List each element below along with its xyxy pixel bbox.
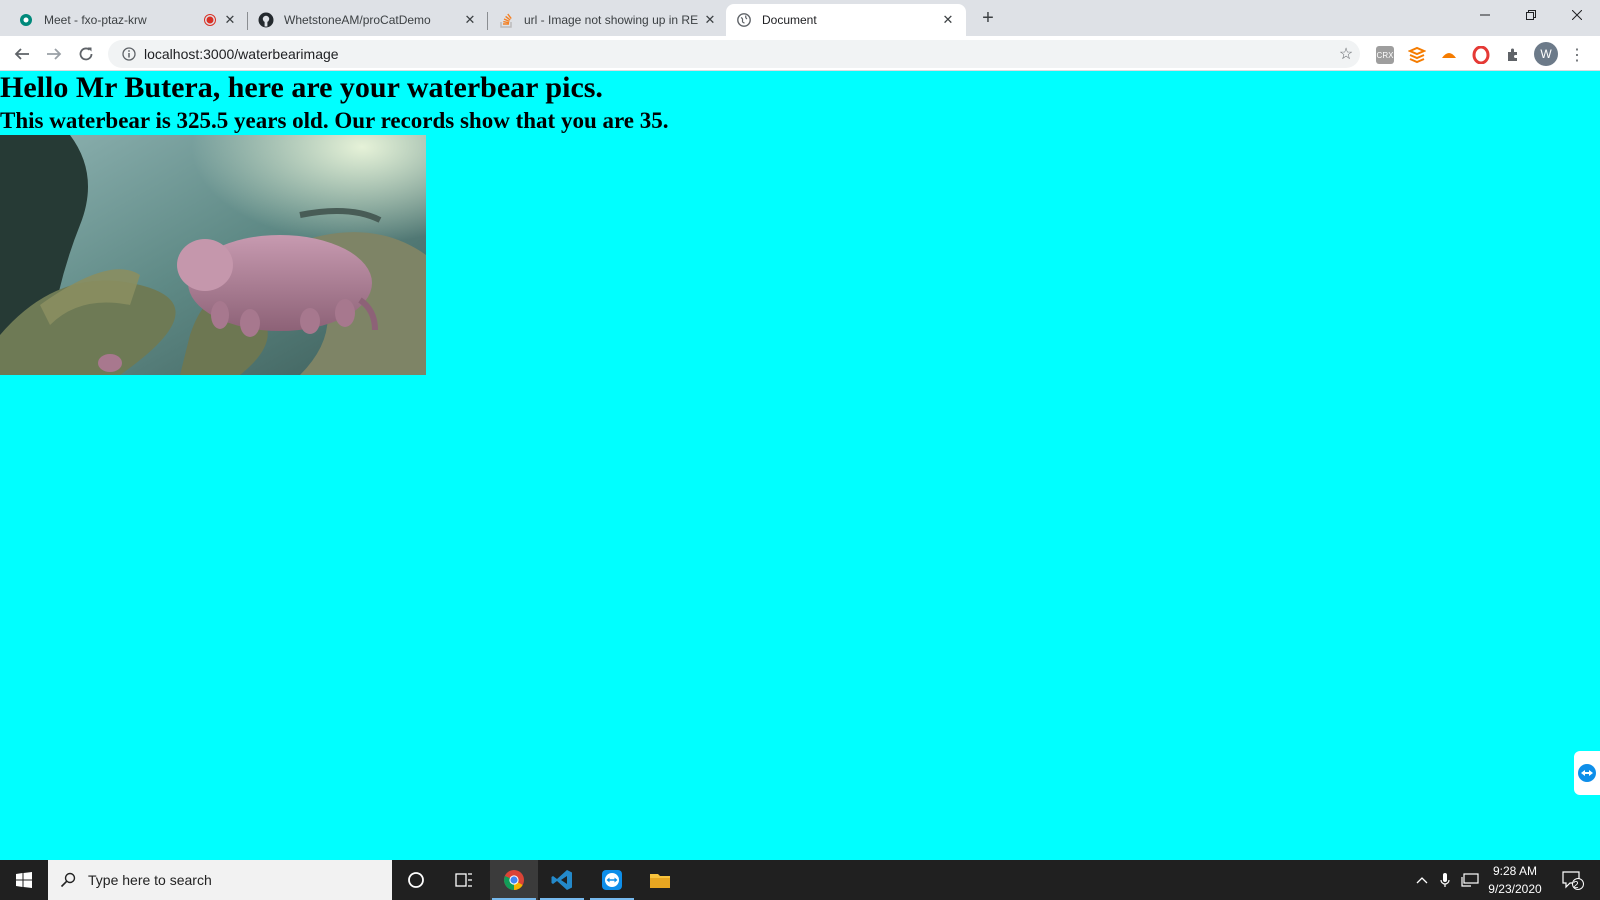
clock-date: 9/23/2020 [1488,882,1542,896]
page-subheading: This waterbear is 325.5 years old. Our r… [0,108,669,133]
microphone-icon[interactable] [1434,860,1456,900]
reload-icon[interactable] [72,40,100,68]
crx-icon[interactable]: CRX [1376,46,1394,64]
close-icon[interactable]: ✕ [462,12,478,28]
tab-meet[interactable]: Meet - fxo-ptaz-krw ✕ [8,4,248,36]
browser-tabstrip: Meet - fxo-ptaz-krw ✕ WhetstoneAM/proCat… [0,0,1600,36]
puzzle-icon[interactable] [1504,46,1522,64]
meet-icon [18,12,34,28]
info-icon[interactable] [114,47,144,61]
bookmark-star-icon[interactable]: ☆ [1332,44,1360,64]
taskbar: Type here to search 9:28 AM 9/23/2020 2 [0,860,1600,900]
tab-title: Document [762,13,817,27]
globe-icon [736,12,752,28]
tab-document[interactable]: Document ✕ [726,4,966,36]
cortana-icon[interactable] [392,860,440,900]
new-tab-button[interactable]: + [976,6,1000,30]
menu-icon[interactable]: ⋮ [1568,46,1586,64]
close-icon[interactable]: ✕ [702,12,718,28]
taskbar-clock[interactable]: 9:28 AM 9/23/2020 [1476,862,1554,898]
file-explorer-icon[interactable] [636,860,684,900]
search-icon [48,872,88,888]
close-window-icon[interactable] [1554,0,1600,30]
search-placeholder: Type here to search [88,872,212,888]
tab-title: url - Image not showing up in RE [524,13,699,27]
forward-icon[interactable] [40,40,68,68]
clock-time: 9:28 AM [1492,864,1538,878]
browser-toolbar: localhost:3000/waterbearimage ☆ CRX W ⋮ [0,36,1600,71]
minimize-icon[interactable] [1462,0,1508,30]
restore-icon[interactable] [1508,0,1554,30]
teamviewer-icon[interactable] [588,860,636,900]
layers-extension-icon[interactable] [1408,46,1426,64]
recording-icon [202,12,218,28]
profile-avatar[interactable]: W [1534,42,1558,66]
task-view-icon[interactable] [440,860,488,900]
orange-extension-icon[interactable] [1440,46,1458,64]
close-icon[interactable]: ✕ [222,12,238,28]
address-bar[interactable]: localhost:3000/waterbearimage ☆ [108,40,1360,68]
vscode-icon[interactable] [538,860,586,900]
notifications-count: 2 [1573,880,1579,891]
taskbar-search-box[interactable]: Type here to search [48,860,392,900]
teamviewer-side-icon[interactable] [1574,751,1600,795]
opera-extension-icon[interactable] [1472,46,1490,64]
page-heading: Hello Mr Butera, here are your waterbear… [0,71,603,104]
back-icon[interactable] [8,40,36,68]
stackoverflow-icon [498,12,514,28]
tab-stackoverflow[interactable]: url - Image not showing up in RE ✕ [488,4,728,36]
page-content: Hello Mr Butera, here are your waterbear… [0,71,1600,860]
tab-github[interactable]: WhetstoneAM/proCatDemo ✕ [248,4,488,36]
chrome-icon[interactable] [490,860,538,900]
github-icon [258,12,274,28]
tab-title: Meet - fxo-ptaz-krw [44,13,147,27]
tab-title: WhetstoneAM/proCatDemo [284,13,431,27]
chevron-up-icon[interactable] [1410,860,1434,900]
notifications-icon[interactable]: 2 [1556,860,1590,900]
windows-start-icon[interactable] [0,860,48,900]
url-text: localhost:3000/waterbearimage [144,46,339,62]
waterbear-image [0,135,426,375]
close-icon[interactable]: ✕ [940,12,956,28]
